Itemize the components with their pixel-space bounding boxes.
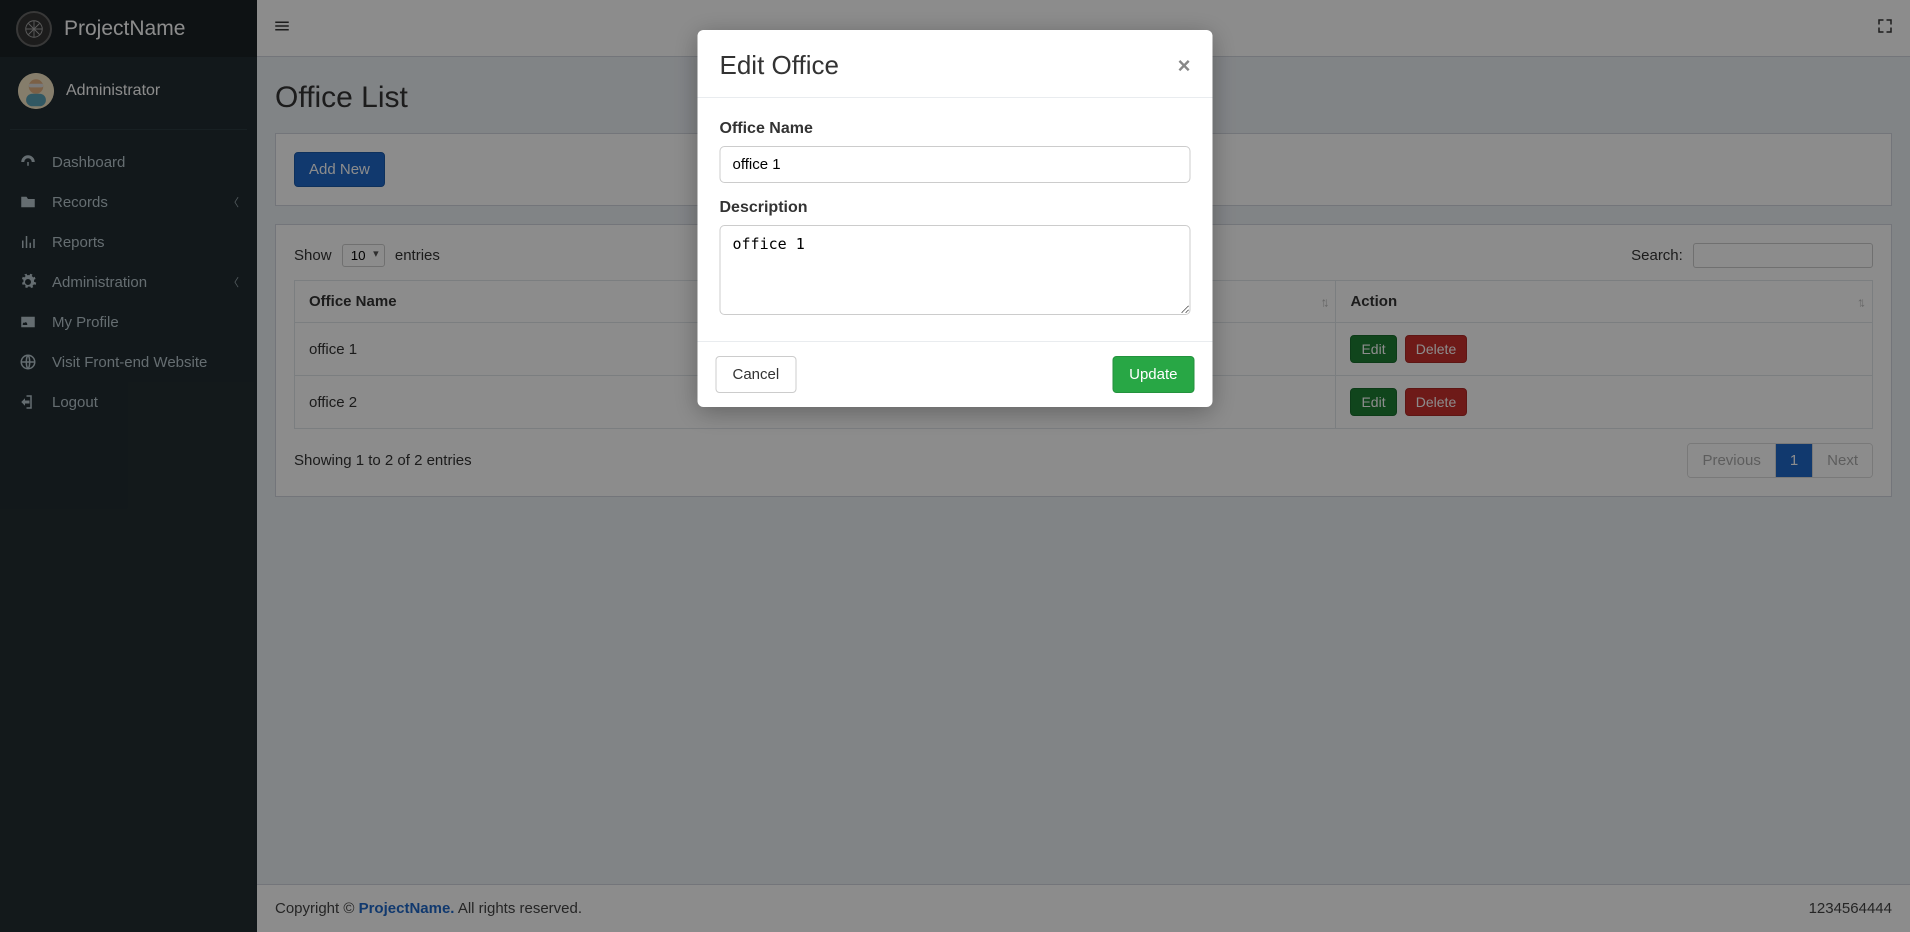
modal-footer: Cancel Update [698,341,1213,407]
description-label: Description [720,199,1191,217]
edit-office-modal: Edit Office × Office Name Description Ca… [698,30,1213,407]
office-name-label: Office Name [720,120,1191,138]
close-icon[interactable]: × [1178,55,1191,77]
modal-header: Edit Office × [698,30,1213,98]
description-textarea[interactable] [720,225,1191,315]
modal-body: Office Name Description [698,98,1213,341]
modal-title: Edit Office [720,50,839,81]
update-button[interactable]: Update [1112,356,1194,393]
office-name-input[interactable] [720,146,1191,183]
cancel-button[interactable]: Cancel [716,356,797,393]
